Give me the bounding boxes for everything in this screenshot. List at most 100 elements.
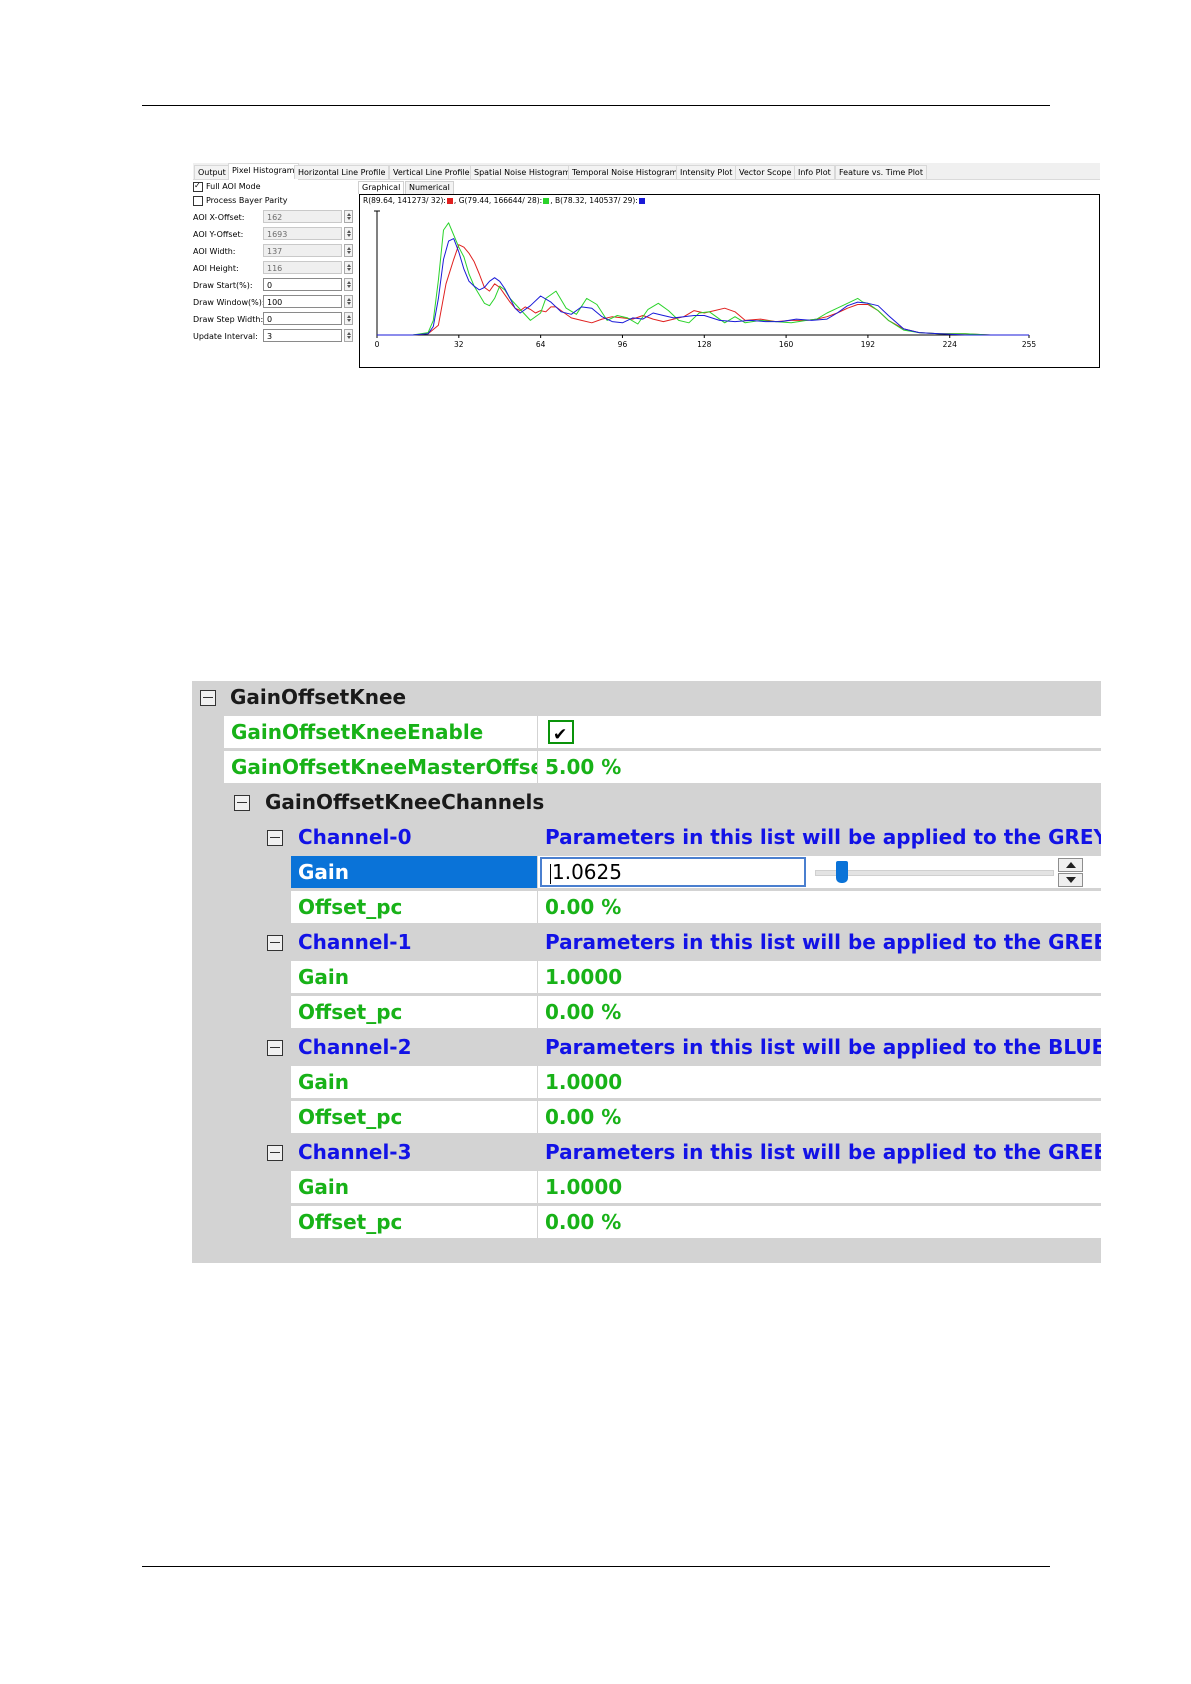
tab-vertical-line-profile[interactable]: Vertical Line Profile [389,165,474,179]
root-group-row: GainOffsetKnee [192,681,1101,714]
tab-info-plot[interactable]: Info Plot [794,165,835,179]
master-offset-value[interactable]: 5.00 % [538,751,1101,783]
channel-2-offset-value[interactable]: 0.00 % [538,1101,1101,1133]
x-tick-label: 128 [697,340,712,349]
aoi-y-offset-spinner[interactable] [344,227,353,240]
draw-window-spinner[interactable] [344,295,353,308]
enable-checkbox[interactable] [548,719,574,748]
tab-temporal-noise-histogram[interactable]: Temporal Noise Histogram [568,165,682,179]
aoi-height-row: AOI Height: 116 [193,261,356,276]
channels-group-label: GainOffsetKneeChannels [265,790,545,814]
channel-2-label: Channel-2 [298,1035,412,1059]
collapse-icon[interactable] [267,830,283,846]
tab-horizontal-line-profile[interactable]: Horizontal Line Profile [294,165,390,179]
channel-1-offset-value[interactable]: 0.00 % [538,996,1101,1028]
channel-0-offset-label: Offset_pc [291,891,537,923]
channel-1-label: Channel-1 [298,930,412,954]
channel-2-gain-label: Gain [291,1066,537,1098]
aoi-width-row: AOI Width: 137 [193,244,356,259]
tab-spatial-noise-histogram[interactable]: Spatial Noise Histogram [470,165,575,179]
channel-0-gain-input[interactable]: 1.0625 [540,857,806,887]
aoi-width-field[interactable]: 137 [263,244,342,257]
channel-2-description: Parameters in this list will be applied … [545,1035,1101,1059]
enable-value-cell [538,716,1101,748]
channel-1-gain-label: Gain [291,961,537,993]
channel-3-description: Parameters in this list will be applied … [545,1140,1101,1164]
tab-pixel-histogram[interactable]: Pixel Histogram [228,163,299,180]
draw-step-width-field[interactable]: 0 [263,312,342,325]
update-interval-row: Update Interval: 3 [193,329,356,344]
checkbox-checked-icon [193,180,203,192]
channel-3-gain-row: Gain 1.0000 [192,1171,1101,1204]
channel-2-gain-value[interactable]: 1.0000 [538,1066,1101,1098]
draw-window-field[interactable]: 100 [263,295,342,308]
channel-1-row: Channel-1 Parameters in this list will b… [192,926,1101,959]
tab-vector-scope[interactable]: Vector Scope [735,165,796,179]
channel-3-offset-value[interactable]: 0.00 % [538,1206,1101,1238]
channel-1-description: Parameters in this list will be applied … [545,930,1101,954]
collapse-icon[interactable] [234,795,250,811]
channel-0-gain-editor: 1.0625 [538,856,1101,888]
draw-start-spinner[interactable] [344,278,353,291]
update-interval-label: Update Interval: [193,332,258,341]
channel-3-offset-row: Offset_pc 0.00 % [192,1206,1101,1239]
channels-group-row: GainOffsetKneeChannels [192,786,1101,819]
tab-output[interactable]: Output [194,165,230,179]
collapse-icon[interactable] [267,935,283,951]
bottom-rule [142,1566,1050,1567]
pixel-histogram-panel: Output Pixel Histogram Horizontal Line P… [193,163,1100,369]
draw-window-label: Draw Window(%): [193,298,265,307]
aoi-height-spinner[interactable] [344,261,353,274]
channel-0-offset-value[interactable]: 0.00 % [538,891,1101,923]
draw-start-row: Draw Start(%): 0 [193,278,356,293]
x-tick-label: 64 [536,340,546,349]
aoi-y-offset-field[interactable]: 1693 [263,227,342,240]
collapse-icon[interactable] [200,690,216,706]
aoi-width-spinner[interactable] [344,244,353,257]
channel-2-row: Channel-2 Parameters in this list will b… [192,1031,1101,1064]
update-interval-spinner[interactable] [344,329,353,342]
channel-0-gain-label: Gain [291,856,537,888]
process-bayer-parity-checkbox[interactable]: Process Bayer Parity [193,195,288,207]
draw-step-width-label: Draw Step Width: [193,315,264,324]
top-rule [142,105,1050,106]
master-offset-row: GainOffsetKneeMasterOffset_p 5.00 % [192,751,1101,784]
aoi-x-offset-field[interactable]: 162 [263,210,342,223]
process-bayer-parity-label: Process Bayer Parity [206,196,288,205]
tab-feature-vs-time-plot[interactable]: Feature vs. Time Plot [835,165,927,179]
channel-2-gain-row: Gain 1.0000 [192,1066,1101,1099]
channel-3-row: Channel-3 Parameters in this list will b… [192,1136,1101,1169]
tab-intensity-plot[interactable]: Intensity Plot [676,165,737,179]
channel-3-offset-label: Offset_pc [291,1206,537,1238]
channel-3-gain-label: Gain [291,1171,537,1203]
draw-step-width-spinner[interactable] [344,312,353,325]
channel-2-offset-row: Offset_pc 0.00 % [192,1101,1101,1134]
spin-down-button[interactable] [1058,873,1083,887]
channel-0-label: Channel-0 [298,825,412,849]
draw-start-field[interactable]: 0 [263,278,342,291]
update-interval-field[interactable]: 3 [263,329,342,342]
collapse-icon[interactable] [267,1040,283,1056]
aoi-height-field[interactable]: 116 [263,261,342,274]
aoi-y-offset-label: AOI Y-Offset: [193,230,244,239]
tab-numerical[interactable]: Numerical [405,181,454,194]
text-caret [550,863,551,884]
x-tick-label: 32 [454,340,464,349]
aoi-x-offset-spinner[interactable] [344,210,353,223]
channel-0-row: Channel-0 Parameters in this list will b… [192,821,1101,854]
channel-0-offset-row: Offset_pc 0.00 % [192,891,1101,924]
gain-slider[interactable] [815,861,1054,883]
enable-label: GainOffsetKneeEnable [224,716,537,748]
channel-3-gain-value[interactable]: 1.0000 [538,1171,1101,1203]
collapse-icon[interactable] [267,1145,283,1161]
tab-graphical[interactable]: Graphical [358,181,405,194]
channel-0-description: Parameters in this list will be applied … [545,825,1101,849]
full-aoi-mode-checkbox[interactable]: Full AOI Mode [193,180,261,193]
channel-1-gain-value[interactable]: 1.0000 [538,961,1101,993]
slider-thumb[interactable] [836,861,849,883]
spin-up-button[interactable] [1058,858,1083,872]
draw-start-label: Draw Start(%): [193,281,253,290]
channel-1-gain-row: Gain 1.0000 [192,961,1101,994]
x-tick-label: 96 [618,340,628,349]
root-group-label: GainOffsetKnee [230,685,407,709]
